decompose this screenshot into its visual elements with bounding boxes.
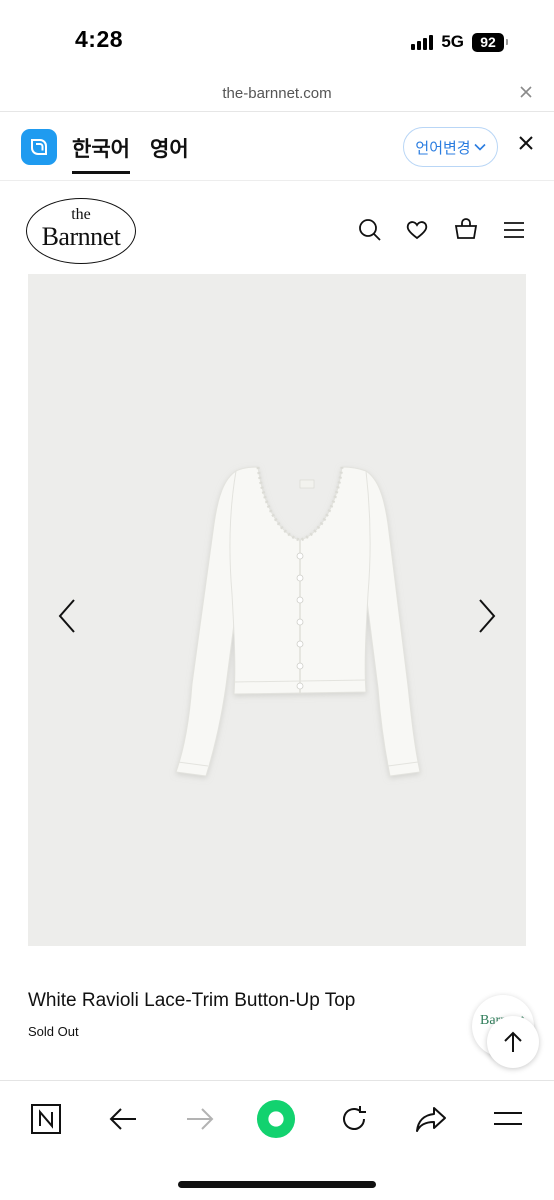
status-indicators: 5G 92 <box>411 32 508 52</box>
translate-app-icon[interactable] <box>21 129 57 165</box>
change-language-button[interactable]: 언어변경 <box>403 127 498 167</box>
status-time: 4:28 <box>75 26 124 52</box>
forward-arrow-icon[interactable] <box>180 1099 220 1139</box>
tab-target-language[interactable]: 영어 <box>150 133 189 163</box>
signal-strength-icon <box>411 34 434 50</box>
menu-icon[interactable] <box>488 1099 528 1139</box>
battery-icon: 92 <box>472 32 508 52</box>
menu-icon[interactable] <box>501 217 527 243</box>
tab-source-language[interactable]: 한국어 <box>72 133 130 174</box>
carousel-next-icon[interactable] <box>472 596 502 636</box>
site-header: the Barnnet <box>0 182 554 274</box>
bag-icon[interactable] <box>453 217 479 243</box>
url-text[interactable]: the-barnnet.com <box>0 85 554 102</box>
battery-level: 92 <box>472 32 504 52</box>
status-bar: 4:28 5G 92 <box>0 0 554 80</box>
green-dot-home-icon[interactable] <box>256 1099 296 1139</box>
scroll-to-top-button[interactable] <box>487 1016 539 1068</box>
translate-bar: 한국어 영어 언어변경 <box>0 113 554 181</box>
product-garment-image <box>175 466 421 777</box>
home-indicator <box>178 1181 376 1188</box>
chevron-down-icon <box>474 143 486 151</box>
product-status: Sold Out <box>28 1024 79 1039</box>
url-bar[interactable]: the-barnnet.com <box>0 80 554 112</box>
naver-n-icon[interactable] <box>26 1099 66 1139</box>
translate-close-icon[interactable] <box>518 135 534 156</box>
product-title: White Ravioli Lace-Trim Button-Up Top <box>28 990 356 1011</box>
refresh-icon[interactable] <box>334 1099 374 1139</box>
carousel-prev-icon[interactable] <box>52 596 82 636</box>
heart-icon[interactable] <box>404 217 430 243</box>
site-logo[interactable]: the Barnnet <box>26 198 136 264</box>
share-icon[interactable] <box>411 1099 451 1139</box>
change-language-label: 언어변경 <box>415 139 471 157</box>
arrow-up-icon <box>504 1031 522 1052</box>
url-close-icon[interactable] <box>520 85 532 103</box>
back-arrow-icon[interactable] <box>103 1099 143 1139</box>
product-image[interactable] <box>28 274 526 946</box>
search-icon[interactable] <box>357 217 383 243</box>
logo-main-text: Barnnet <box>41 222 121 251</box>
network-label: 5G <box>441 32 464 51</box>
